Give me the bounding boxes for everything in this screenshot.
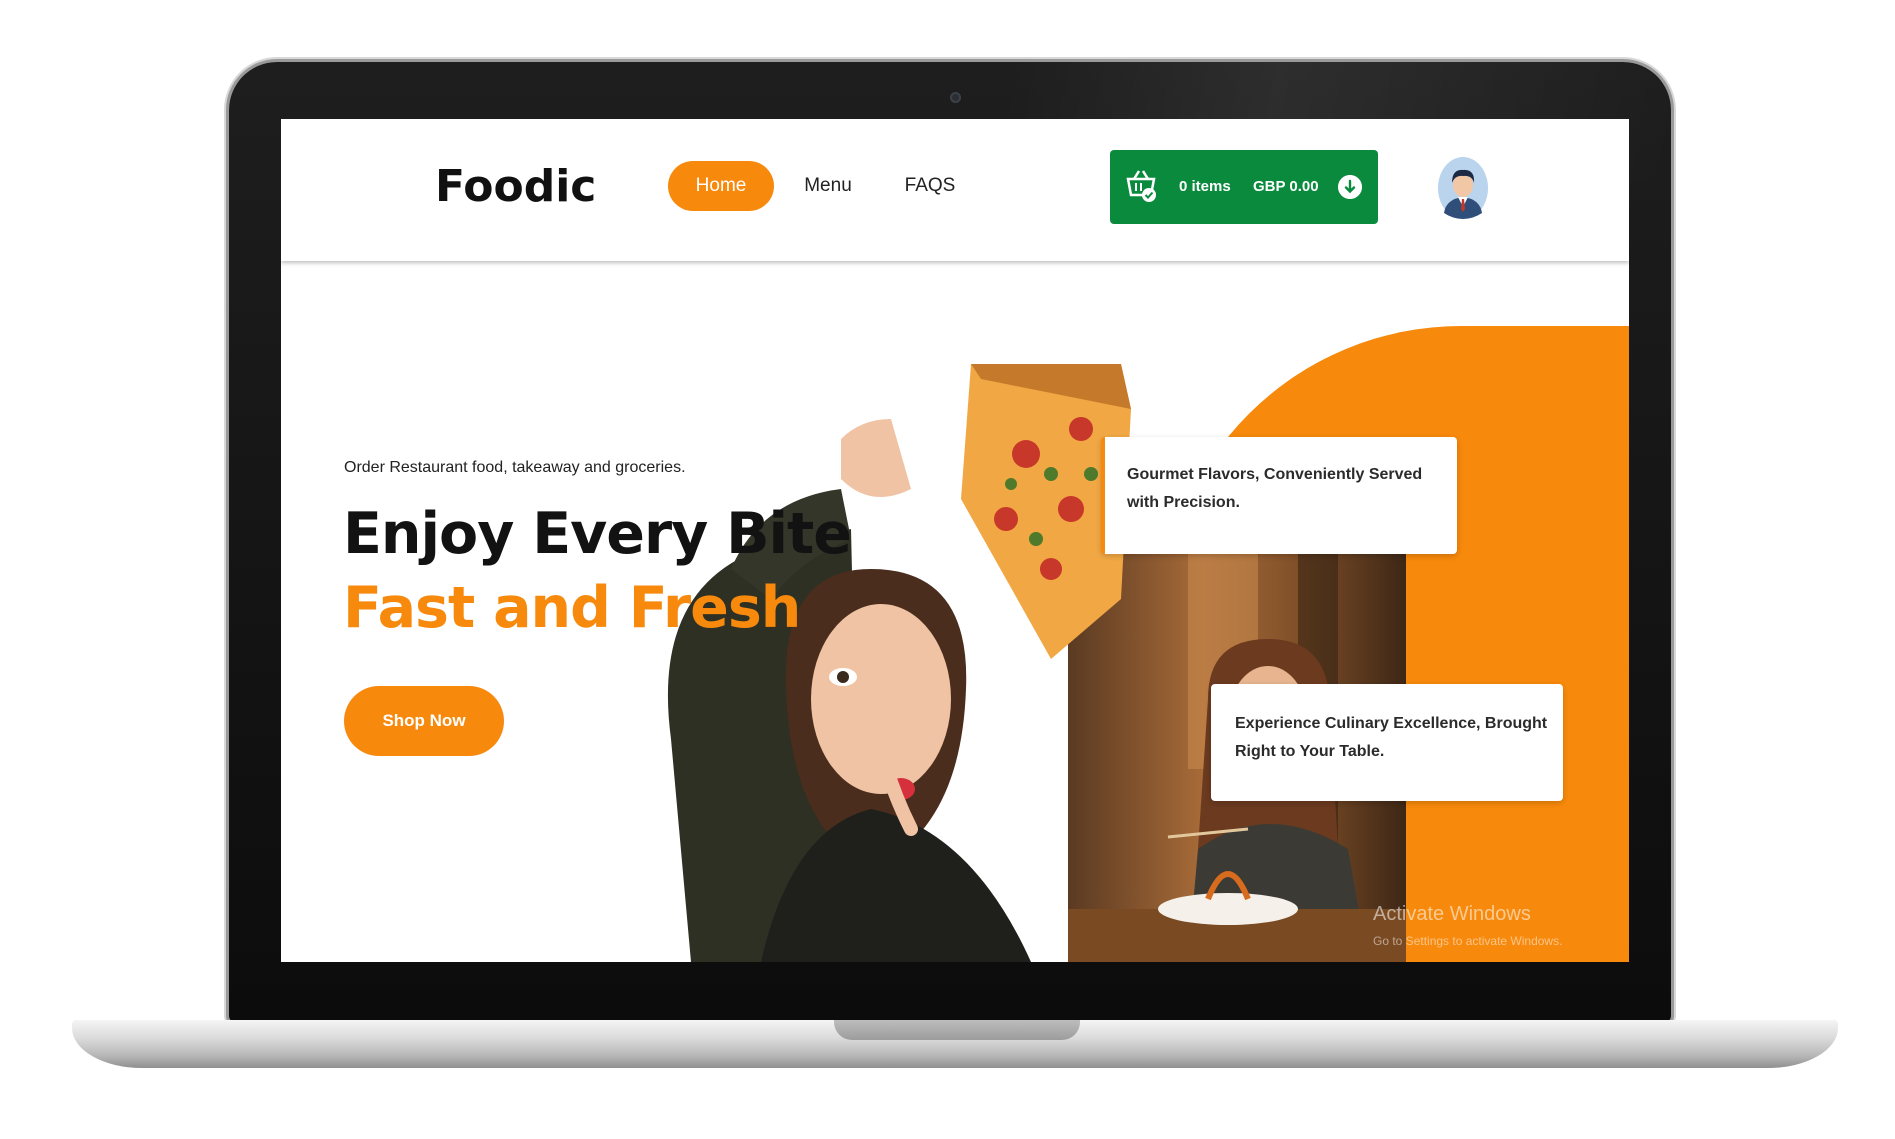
logo[interactable]: Foodic <box>435 161 596 212</box>
website-screen: Foodic Home Menu FAQS 0 items GBP 0.00 O… <box>281 119 1629 962</box>
nav-menu[interactable]: Menu <box>793 161 863 211</box>
user-avatar-icon[interactable] <box>1438 155 1488 221</box>
windows-activation-watermark-subtitle: Go to Settings to activate Windows. <box>1373 934 1563 948</box>
shop-now-button[interactable]: Shop Now <box>344 686 504 756</box>
feature-card-excellence: Experience Culinary Excellence, Brought … <box>1211 684 1563 801</box>
arrow-down-circle-icon[interactable] <box>1338 175 1362 199</box>
feature-card-gourmet: Gourmet Flavors, Conveniently Served wit… <box>1101 437 1457 554</box>
webcam-icon <box>950 92 961 103</box>
site-header: Foodic Home Menu FAQS 0 items GBP 0.00 <box>281 119 1629 261</box>
nav-faqs[interactable]: FAQS <box>895 161 965 211</box>
windows-activation-watermark-title: Activate Windows <box>1373 903 1531 925</box>
cart-total: GBP 0.00 <box>1253 178 1319 195</box>
hero-title: Enjoy Every Bite <box>343 501 852 567</box>
laptop-base-notch <box>834 1020 1080 1040</box>
feature-card-text: Experience Culinary Excellence, Brought … <box>1235 715 1548 760</box>
feature-card-text: Gourmet Flavors, Conveniently Served wit… <box>1127 466 1423 511</box>
cart-button[interactable]: 0 items GBP 0.00 <box>1110 150 1378 224</box>
nav-home[interactable]: Home <box>668 161 774 211</box>
hero-title-accent: Fast and Fresh <box>343 575 801 641</box>
cart-items-count: 0 items <box>1179 178 1231 195</box>
basket-icon <box>1126 170 1156 202</box>
